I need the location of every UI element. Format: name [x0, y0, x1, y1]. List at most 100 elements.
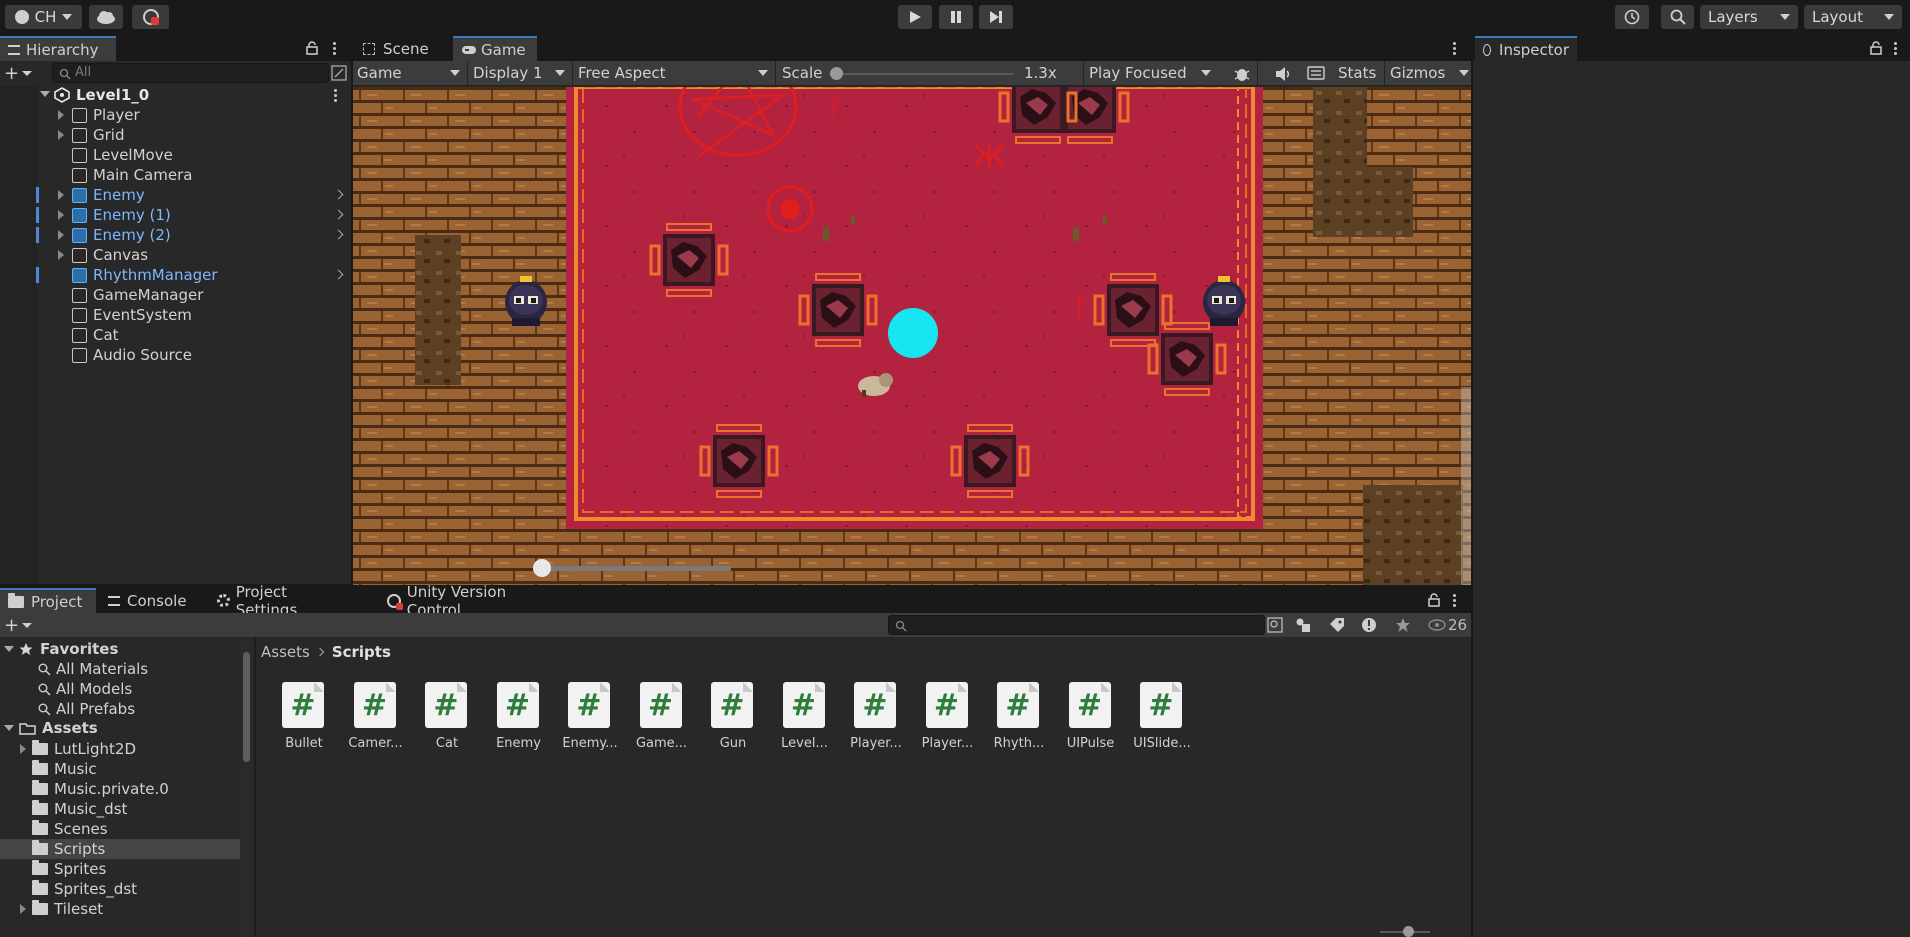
expand-arrow-icon[interactable]	[20, 744, 26, 754]
hierarchy-item[interactable]: Enemy (1)	[0, 205, 350, 225]
assets-folder-item[interactable]: LutLight2D	[20, 739, 136, 759]
tab-inspector[interactable]: Inspector	[1475, 36, 1577, 61]
expand-arrow-icon[interactable]	[58, 210, 64, 220]
more-options-icon[interactable]	[1453, 592, 1457, 609]
expand-arrow-icon[interactable]	[58, 230, 64, 240]
filter-by-type-icon[interactable]	[1295, 617, 1311, 633]
hierarchy-item[interactable]: Enemy (2)	[0, 225, 350, 245]
assets-folder-item[interactable]: Music_dst	[20, 799, 127, 819]
layers-dropdown[interactable]: Layers	[1700, 5, 1798, 29]
tab-project-settings[interactable]: Project Settings	[209, 583, 357, 619]
display-dropdown[interactable]: Display 1	[471, 63, 571, 83]
splitter[interactable]	[254, 637, 256, 937]
assets-folder-item[interactable]: Sprites	[20, 859, 106, 879]
scale-slider-handle[interactable]	[830, 67, 843, 80]
assets-header[interactable]: Assets	[4, 718, 98, 738]
expand-arrow-icon[interactable]	[40, 91, 50, 97]
favorites-header[interactable]: Favorites	[4, 639, 118, 659]
tab-version-control[interactable]: Unity Version Control	[379, 583, 569, 619]
more-options-icon[interactable]	[334, 87, 338, 104]
favorites-item[interactable]: All Models	[38, 679, 132, 699]
hierarchy-item[interactable]: Player	[0, 105, 350, 125]
create-button[interactable]: +	[4, 63, 38, 84]
tab-scene[interactable]: Scene	[355, 36, 451, 61]
eye-hidden-icon[interactable]	[1428, 619, 1446, 631]
assets-folder-item[interactable]: Scripts	[20, 839, 105, 859]
tree-scrollbar[interactable]	[240, 640, 254, 937]
stats-button[interactable]: Stats	[1338, 64, 1376, 82]
play-button[interactable]	[898, 5, 932, 29]
lock-icon[interactable]	[1428, 593, 1440, 607]
hierarchy-item[interactable]: Audio Source	[0, 345, 350, 365]
hierarchy-search-input[interactable]: All	[52, 63, 329, 83]
expand-arrow-icon[interactable]	[4, 725, 14, 731]
assets-folder-item[interactable]: Music.private.0	[20, 779, 169, 799]
star-icon[interactable]	[1395, 617, 1411, 633]
scale-slider-track[interactable]	[829, 73, 1014, 75]
audio-mute-icon[interactable]	[1274, 66, 1292, 82]
lock-icon[interactable]	[306, 41, 318, 55]
create-asset-button[interactable]: +	[4, 615, 38, 636]
more-options-icon[interactable]	[1453, 40, 1457, 57]
expand-arrow-icon[interactable]	[58, 250, 64, 260]
gizmos-dropdown[interactable]: Gizmos	[1387, 63, 1471, 83]
expand-arrow-icon[interactable]	[58, 110, 64, 120]
hierarchy-item[interactable]: Main Camera	[0, 165, 350, 185]
account-dropdown[interactable]: CH	[5, 5, 82, 29]
hierarchy-item[interactable]: GameManager	[0, 285, 350, 305]
chevron-right-icon[interactable]	[333, 189, 344, 200]
more-options-icon[interactable]	[1894, 40, 1898, 57]
favorites-item[interactable]: All Materials	[38, 659, 148, 679]
tab-project[interactable]: Project	[0, 588, 96, 613]
scene-root[interactable]: Level1_0	[0, 85, 350, 105]
assets-folder-item[interactable]: Sprites_dst	[20, 879, 137, 899]
breadcrumb-scripts[interactable]: Scripts	[332, 643, 391, 661]
tab-game[interactable]: Game	[453, 36, 537, 61]
expand-arrow-icon[interactable]	[20, 904, 26, 914]
game-viewport[interactable]: ᚠ Ж ᚠ	[353, 87, 1471, 585]
icon-size-slider-handle[interactable]	[1403, 926, 1414, 937]
search-scope-icon[interactable]	[1267, 617, 1283, 633]
aspect-dropdown[interactable]: Free Aspect	[576, 63, 774, 83]
more-options-icon[interactable]	[333, 40, 337, 57]
hierarchy-item[interactable]: Cat	[0, 325, 350, 345]
filter-by-label-icon[interactable]	[1329, 617, 1345, 633]
hierarchy-item[interactable]: Canvas	[0, 245, 350, 265]
chevron-right-icon[interactable]	[333, 209, 344, 220]
tab-hierarchy[interactable]: Hierarchy	[0, 36, 116, 61]
bottom-tabbar: Project Console Project Settings Unity V…	[0, 583, 1471, 619]
search-button[interactable]	[1661, 5, 1694, 29]
breadcrumb-assets[interactable]: Assets	[261, 643, 310, 661]
assets-folder-item[interactable]: Scenes	[20, 819, 108, 839]
favorites-item[interactable]: All Prefabs	[38, 699, 135, 719]
play-mode-dropdown[interactable]: Play Focused	[1087, 63, 1217, 83]
game-mode-dropdown[interactable]: Game	[355, 63, 466, 83]
hierarchy-item[interactable]: EventSystem	[0, 305, 350, 325]
scene-visibility-icon[interactable]	[331, 65, 347, 81]
bug-icon[interactable]	[1233, 65, 1251, 83]
cloud-button[interactable]	[89, 5, 123, 29]
assets-folder-item[interactable]: Music	[20, 759, 97, 779]
search-icon	[38, 683, 51, 696]
layout-dropdown[interactable]: Layout	[1804, 5, 1902, 29]
warning-filter-icon[interactable]	[1361, 617, 1377, 633]
hierarchy-item[interactable]: Enemy	[0, 185, 350, 205]
hierarchy-item[interactable]: Grid	[0, 125, 350, 145]
lock-icon[interactable]	[1870, 41, 1882, 55]
chevron-right-icon[interactable]	[333, 229, 344, 240]
pause-button[interactable]	[939, 5, 973, 29]
expand-arrow-icon[interactable]	[58, 190, 64, 200]
history-button[interactable]	[1615, 5, 1649, 29]
collab-button[interactable]	[132, 5, 169, 29]
project-search-input[interactable]	[888, 615, 1265, 635]
keyboard-shortcuts-icon[interactable]	[1307, 66, 1325, 81]
tab-console[interactable]: Console	[100, 588, 198, 613]
hierarchy-item[interactable]: LevelMove	[0, 145, 350, 165]
tree-scrollbar-thumb[interactable]	[243, 652, 250, 762]
expand-arrow-icon[interactable]	[58, 130, 64, 140]
step-button[interactable]	[979, 5, 1013, 29]
chevron-right-icon[interactable]	[333, 269, 344, 280]
assets-folder-item[interactable]: Tileset	[20, 899, 103, 919]
hierarchy-item[interactable]: RhythmManager	[0, 265, 350, 285]
expand-arrow-icon[interactable]	[4, 646, 14, 652]
